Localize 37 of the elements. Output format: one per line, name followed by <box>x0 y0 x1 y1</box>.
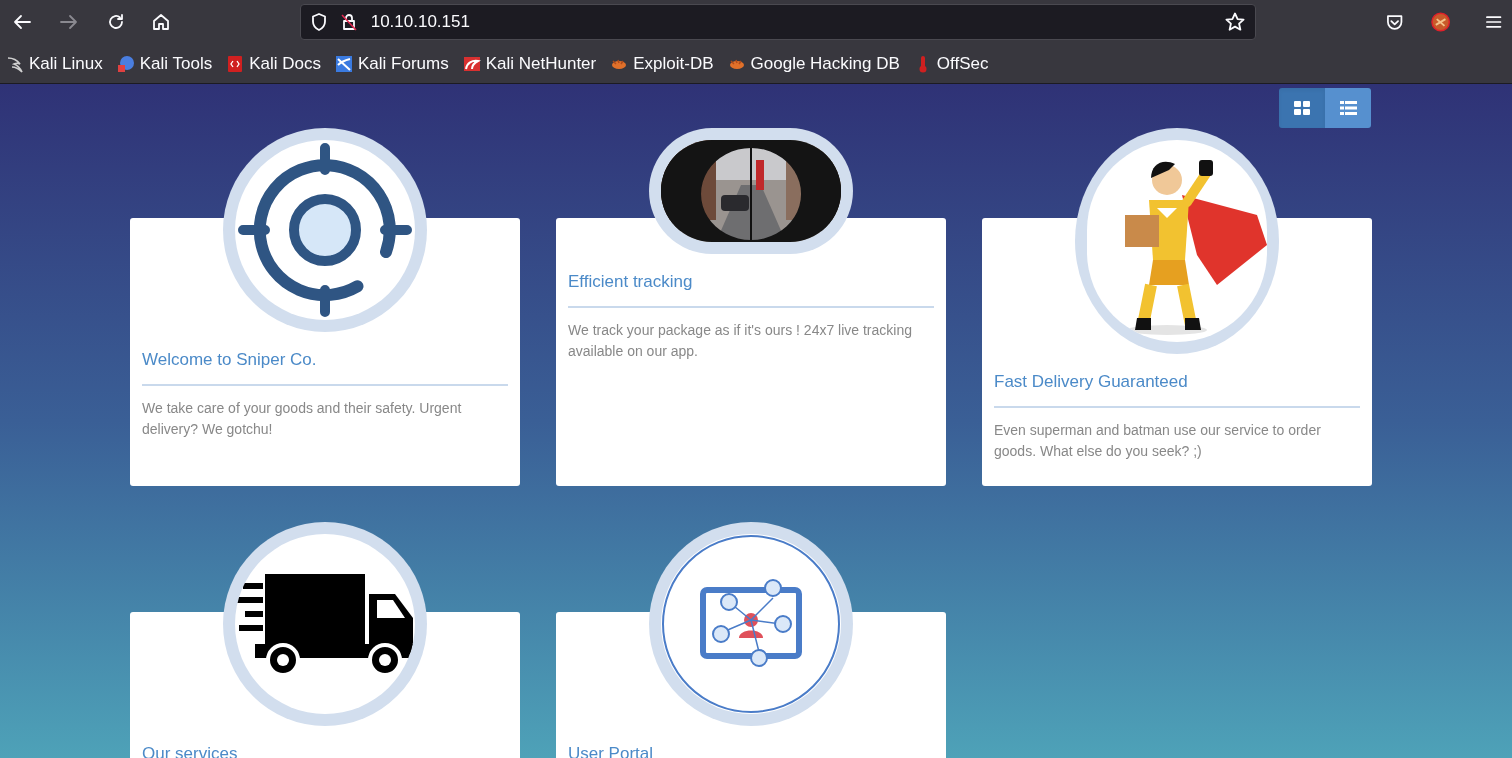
card-description: Even superman and batman use our service to order goods. What else do you seek? ;) <box>994 421 1322 461</box>
bookmark-favicon-icon <box>462 54 481 73</box>
bookmark-favicon-icon <box>226 54 245 73</box>
url-text: 10.10.10.151 <box>370 11 470 34</box>
card-title: Efficient tracking <box>568 271 694 293</box>
home-icon <box>152 13 171 31</box>
bookmark-link[interactable]: Kali Linux <box>6 50 103 77</box>
pocket-icon[interactable] <box>1386 13 1404 31</box>
address-bar[interactable]: 10.10.10.151 <box>299 4 1256 40</box>
bookmark-link[interactable]: Google Hacking DB <box>727 50 900 77</box>
account-avatar-icon[interactable] <box>1431 12 1451 32</box>
back-arrow-icon <box>12 14 31 30</box>
card-title: Welcome to Sniper Co. <box>142 349 318 371</box>
star-icon[interactable] <box>1225 12 1245 32</box>
card-description: We take care of your goods and their safety. Urgent delivery? We gotchu! <box>142 399 463 439</box>
list-icon <box>1339 101 1357 115</box>
reload-icon <box>106 13 125 31</box>
forward-arrow-icon <box>59 14 78 30</box>
grid-icon <box>1294 101 1310 115</box>
bookmark-favicon-icon <box>116 54 135 73</box>
card-title: Fast Delivery Guaranteed <box>994 371 1189 393</box>
card-description: We track your package as if it's ours ! 24x7 live tracking available on our app. <box>568 321 913 361</box>
shield-icon <box>310 13 327 31</box>
network-diagram-icon <box>661 534 841 714</box>
bookmark-link[interactable]: Kali Docs <box>226 50 321 77</box>
lock-slash-icon <box>340 13 357 31</box>
bookmark-link[interactable]: Kali Forums <box>335 50 449 77</box>
bookmark-link[interactable]: Exploit-DB <box>610 50 714 77</box>
list-view-button[interactable] <box>1325 88 1371 128</box>
bookmark-link[interactable]: Kali NetHunter <box>462 50 597 77</box>
grid-view-button[interactable] <box>1279 88 1325 128</box>
crosshair-icon <box>235 140 415 320</box>
menu-icon[interactable] <box>1484 14 1503 30</box>
bookmark-link[interactable]: Kali Tools <box>116 50 213 77</box>
bookmark-favicon-icon <box>335 54 353 73</box>
bookmark-link[interactable]: OffSec <box>913 50 989 77</box>
bookmark-favicon-icon <box>6 54 24 73</box>
